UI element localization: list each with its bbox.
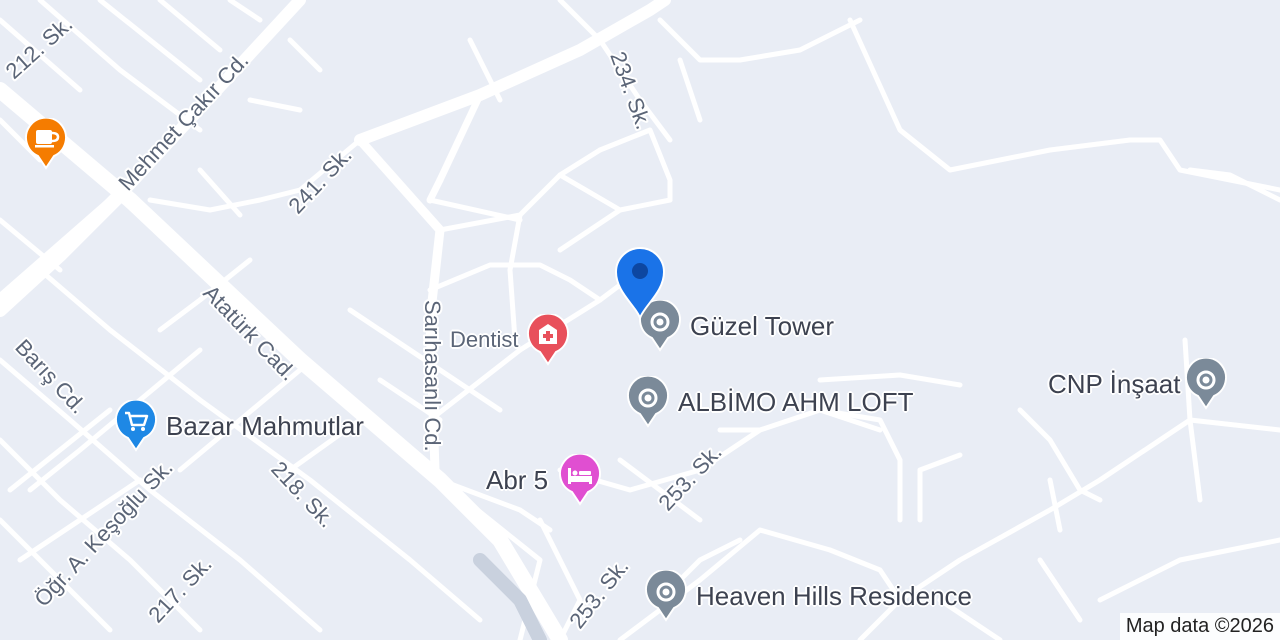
- poi-albimo-ahm-loft[interactable]: ALBİMO AHM LOFT: [626, 376, 914, 428]
- coffee-cup-icon: [24, 118, 68, 170]
- poi-label: Heaven Hills Residence: [696, 580, 973, 611]
- map-canvas[interactable]: 212. Sk. Mehmet Çakır Cd. 241. Sk. 234. …: [0, 0, 1280, 640]
- poi-label: ALBİMO AHM LOFT: [678, 386, 914, 417]
- location-pin-icon: [644, 570, 688, 622]
- poi-label: Dentist: [450, 327, 519, 352]
- current-location-marker-icon[interactable]: [612, 244, 668, 322]
- poi-bazar-mahmutlar[interactable]: Bazar Mahmutlar: [114, 400, 364, 452]
- poi-label: CNP İnşaat: [1048, 368, 1181, 399]
- poi-abr5[interactable]: Abr 5: [486, 454, 602, 506]
- cafe-poi[interactable]: [24, 118, 68, 170]
- street-label-sarihasanli: Sarıhasanlı Cd.: [420, 300, 445, 452]
- street-label-253-upper: 253. Sk.: [653, 439, 726, 515]
- street-label-212: 212. Sk.: [1, 11, 78, 84]
- street-label-217: 217. Sk.: [143, 551, 216, 627]
- street-label-ataturk: Atatürk Cad.: [198, 280, 301, 385]
- poi-label: Güzel Tower: [690, 310, 835, 341]
- map-attribution: Map data ©2026: [1119, 613, 1280, 640]
- poi-label: Bazar Mahmutlar: [166, 410, 364, 441]
- poi-dentist[interactable]: Dentist: [450, 314, 570, 366]
- poi-label: Abr 5: [486, 464, 549, 495]
- poi-heaven-hills-residence[interactable]: Heaven Hills Residence: [644, 570, 972, 622]
- poi-cnp-insaat[interactable]: CNP İnşaat: [1048, 358, 1228, 410]
- street-label-241: 241. Sk.: [283, 142, 356, 218]
- street-label-234: 234. Sk.: [605, 48, 656, 132]
- hotel-bed-icon: [558, 454, 602, 506]
- medical-icon: [526, 314, 570, 366]
- location-pin-icon: [626, 376, 670, 428]
- location-pin-icon: [1184, 358, 1228, 410]
- shopping-cart-icon: [114, 400, 158, 452]
- street-label-mehmet-cakir: Mehmet Çakır Cd.: [113, 48, 253, 196]
